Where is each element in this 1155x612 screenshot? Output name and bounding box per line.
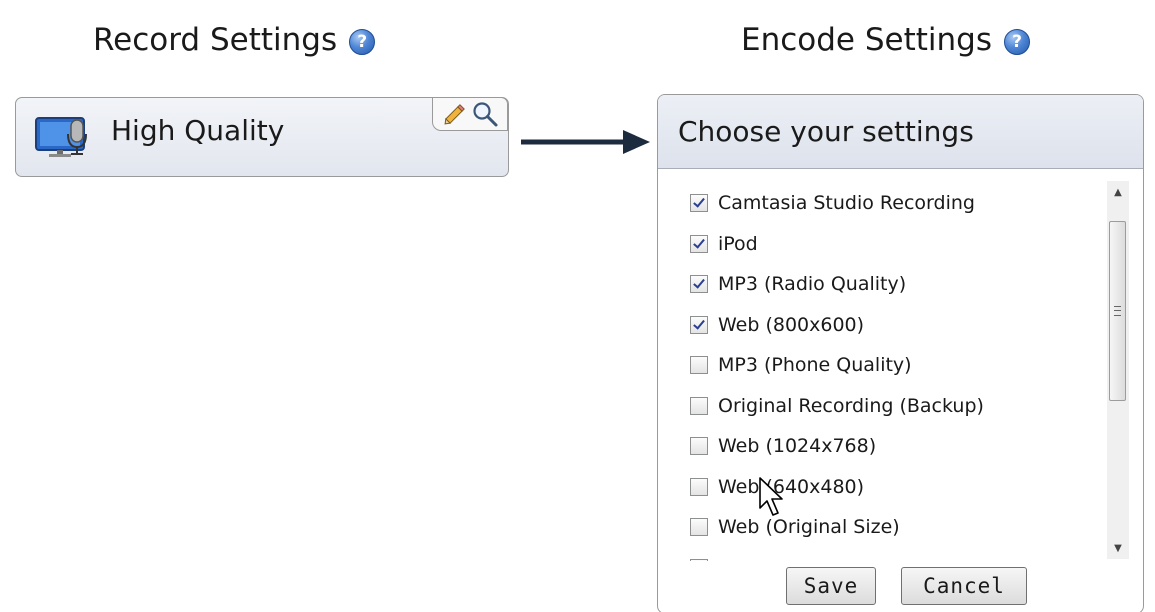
item-label: Web (Original Size) — [718, 516, 900, 539]
item-label: Web (1024x768) — [718, 435, 877, 458]
record-preset-card[interactable]: High Quality — [15, 97, 509, 177]
list-scrollbar[interactable]: ▲ ▼ — [1107, 181, 1129, 559]
settings-list-item[interactable]: Original Recording (Backup) — [658, 386, 1106, 427]
scroll-up-button[interactable]: ▲ — [1107, 181, 1129, 203]
settings-list-item[interactable]: MP3 (Phone Quality) — [658, 345, 1106, 386]
preset-tools — [432, 97, 508, 131]
item-label: MP3 (Radio Quality) — [718, 273, 907, 296]
checkbox[interactable] — [690, 194, 708, 213]
encode-settings-label: Encode Settings — [741, 22, 992, 58]
record-settings-label: Record Settings — [93, 22, 338, 58]
panel-title: Choose your settings — [678, 115, 974, 148]
preview-magnifier-icon[interactable] — [471, 100, 499, 128]
settings-list-items: Camtasia Studio Recording iPod MP3 (Radio … — [658, 169, 1106, 561]
checkbox[interactable] — [690, 356, 708, 375]
settings-list: Camtasia Studio Recording iPod MP3 (Radio … — [658, 169, 1106, 561]
preset-name: High Quality — [111, 114, 285, 147]
help-icon[interactable]: ? — [1004, 29, 1030, 55]
checkbox[interactable] — [690, 234, 708, 253]
checkbox[interactable] — [690, 518, 708, 537]
settings-list-item[interactable]: MP3 (Radio Quality) — [658, 264, 1106, 305]
encode-settings-title: Encode Settings ? — [741, 22, 1030, 58]
checkbox[interactable] — [690, 396, 708, 415]
edit-pencil-icon[interactable] — [441, 100, 469, 128]
record-settings-title: Record Settings ? — [93, 22, 376, 58]
settings-list-item[interactable]: Camtasia Studio Recording — [658, 183, 1106, 224]
encode-settings-panel: Choose your settings Camtasia Studio Rec… — [657, 94, 1144, 612]
settings-list-item[interactable] — [658, 548, 1106, 561]
grip-icon — [1114, 306, 1121, 316]
save-button[interactable]: Save — [786, 567, 876, 605]
flow-arrow — [521, 130, 650, 154]
checkbox[interactable] — [690, 477, 708, 496]
cancel-button[interactable]: Cancel — [901, 567, 1027, 605]
checkbox[interactable] — [690, 437, 708, 456]
settings-list-item[interactable]: Web (640x480) — [658, 467, 1106, 508]
settings-list-item[interactable]: Web (Original Size) — [658, 507, 1106, 548]
checkbox[interactable] — [690, 558, 708, 561]
item-label: Original Recording (Backup) — [718, 394, 984, 417]
settings-list-item[interactable]: Web (800x600) — [658, 305, 1106, 346]
scroll-thumb[interactable] — [1109, 221, 1126, 401]
panel-header: Choose your settings — [658, 95, 1143, 169]
help-icon[interactable]: ? — [349, 29, 376, 55]
checkbox[interactable] — [690, 315, 708, 334]
item-label: iPod — [718, 232, 758, 255]
settings-list-item[interactable]: iPod — [658, 224, 1106, 265]
item-label: Web (640x480) — [718, 475, 865, 498]
scroll-down-button[interactable]: ▼ — [1107, 537, 1129, 559]
screen-microphone-icon — [35, 117, 87, 157]
checkbox[interactable] — [690, 275, 708, 294]
item-label: Web (800x600) — [718, 313, 865, 336]
settings-list-item[interactable]: Web (1024x768) — [658, 426, 1106, 467]
item-label: MP3 (Phone Quality) — [718, 354, 912, 377]
item-label: Camtasia Studio Recording — [718, 192, 975, 215]
